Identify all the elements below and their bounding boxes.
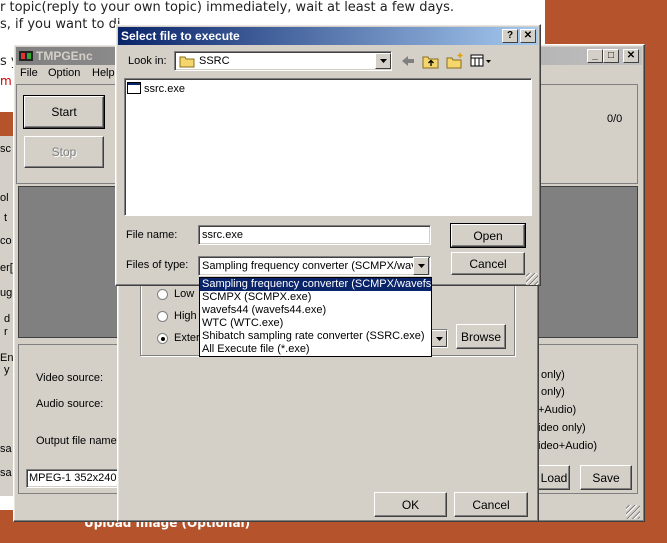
view-menu-icon[interactable]	[469, 52, 493, 70]
radio-low[interactable]	[157, 289, 168, 300]
radio-high-label: High	[174, 310, 197, 322]
video-source-label: Video source:	[36, 372, 104, 384]
radio-high[interactable]	[157, 311, 168, 322]
output-file-label: Output file name:	[36, 435, 120, 447]
stop-button[interactable]: Stop	[24, 136, 104, 168]
bg-fragment: co	[0, 235, 12, 247]
look-in-label: Look in:	[128, 55, 167, 67]
open-button[interactable]: Open	[450, 223, 526, 248]
back-arrow-icon[interactable]	[399, 53, 417, 69]
bg-fragment: t	[4, 212, 8, 224]
files-of-type-value: Sampling frequency converter (SCMPX/wav	[202, 260, 417, 272]
bg-fragment: sc	[0, 143, 11, 155]
browse-button[interactable]: Browse	[456, 324, 506, 349]
file-list[interactable]	[124, 78, 532, 216]
bg-fragment: r	[4, 326, 8, 338]
bg-fragment: sa	[0, 443, 12, 455]
look-in-dropdown-button[interactable]	[375, 53, 391, 69]
file-item-name: ssrc.exe	[144, 83, 185, 95]
bg-fragment: y	[4, 364, 10, 376]
look-in-value: SSRC	[199, 55, 230, 67]
file-name-label: File name:	[126, 229, 178, 241]
folder-icon	[179, 54, 195, 68]
files-of-type-dropdown-button[interactable]	[413, 257, 429, 275]
right-option-2: only)	[541, 386, 565, 398]
menu-option[interactable]: Option	[48, 67, 80, 79]
close-icon[interactable]: ✕	[623, 49, 639, 63]
save-button[interactable]: Save	[580, 465, 632, 490]
file-dialog-close-icon[interactable]: ✕	[520, 29, 536, 43]
right-option-3: +Audio)	[538, 404, 577, 416]
settings-cancel-button[interactable]: Cancel	[454, 492, 528, 517]
type-option[interactable]: Shibatch sampling rate converter (SSRC.e…	[200, 330, 431, 343]
ok-button[interactable]: OK	[374, 492, 447, 517]
right-option-5: ideo+Audio)	[538, 440, 598, 452]
bg-fragment: sa	[0, 467, 12, 479]
progress-counter: 0/0	[607, 113, 623, 125]
load-button[interactable]: Load	[538, 465, 570, 490]
files-of-type-combo[interactable]: Sampling frequency converter (SCMPX/wav	[198, 256, 431, 276]
maximize-button[interactable]: □	[603, 49, 619, 63]
start-button[interactable]: Start	[23, 95, 105, 129]
file-name-value: ssrc.exe	[202, 229, 243, 241]
files-of-type-dropdown-list[interactable]: Sampling frequency converter (SCMPX/wave…	[199, 277, 432, 357]
new-folder-icon[interactable]	[445, 52, 465, 70]
radio-external-label: Exter	[174, 332, 200, 344]
executable-icon	[127, 82, 141, 94]
type-option[interactable]: All Execute file (*.exe)	[200, 343, 431, 356]
bg-fragment: d	[4, 313, 11, 325]
bg-fragment: ol	[0, 192, 9, 204]
type-option[interactable]: SCMPX (SCMPX.exe)	[200, 291, 431, 304]
resize-grip-main[interactable]	[626, 505, 640, 519]
format-value: MPEG-1 352x240 2	[29, 472, 122, 484]
file-dialog-resize-grip[interactable]	[526, 273, 538, 285]
external-dropdown-button[interactable]	[431, 330, 447, 347]
format-field[interactable]: MPEG-1 352x240 2	[26, 469, 122, 488]
audio-source-label: Audio source:	[36, 398, 104, 410]
menu-help[interactable]: Help	[92, 67, 115, 79]
menu-file[interactable]: File	[20, 67, 38, 79]
file-dialog-title: Select file to execute	[121, 29, 240, 43]
type-option[interactable]: Sampling frequency converter (SCMPX/wave…	[200, 278, 431, 291]
bg-fragment: ug	[0, 287, 13, 299]
minimize-button[interactable]: _	[587, 49, 603, 63]
up-folder-icon[interactable]	[421, 52, 441, 70]
file-dialog-cancel-button[interactable]: Cancel	[451, 252, 525, 275]
right-option-4: ideo only)	[538, 422, 586, 434]
help-button[interactable]: ?	[502, 29, 518, 43]
radio-external[interactable]	[157, 333, 168, 344]
radio-low-label: Low	[174, 288, 195, 300]
files-of-type-label: Files of type:	[126, 259, 189, 271]
web-text-line-1: r topic(reply to your own topic) immedia…	[0, 0, 455, 15]
tmpgenc-title: TMPGEnc	[36, 49, 93, 63]
tmpgenc-app-icon	[18, 48, 34, 64]
web-text-fragment-red: m	[0, 74, 12, 88]
file-name-input[interactable]: ssrc.exe	[198, 225, 431, 245]
type-option[interactable]: wavefs44 (wavefs44.exe)	[200, 304, 431, 317]
web-left-bar	[0, 112, 14, 136]
right-option-1: only)	[541, 369, 565, 381]
web-text-line-2: s, if you want to di	[0, 17, 121, 32]
type-option[interactable]: WTC (WTC.exe)	[200, 317, 431, 330]
bg-fragment: En	[0, 352, 14, 364]
